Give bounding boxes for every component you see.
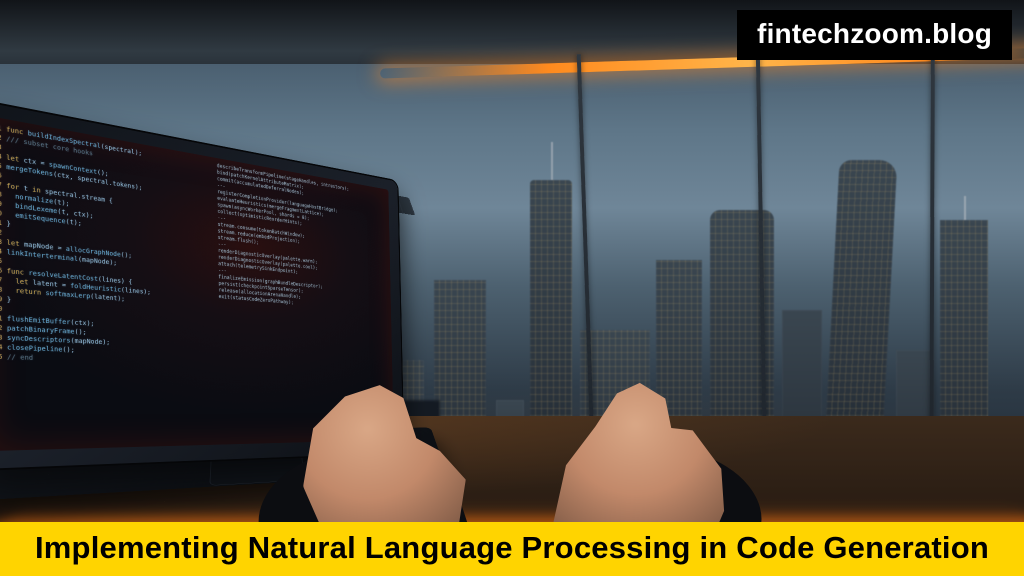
title-banner: Implementing Natural Language Processing… [0, 522, 1024, 576]
scene: 11 func buildIndexSpectral(spectral); 12… [0, 0, 1024, 576]
watermark-label: fintechzoom.blog [737, 10, 1012, 60]
code-column-left: 11 func buildIndexSpectral(spectral); 12… [0, 122, 201, 445]
